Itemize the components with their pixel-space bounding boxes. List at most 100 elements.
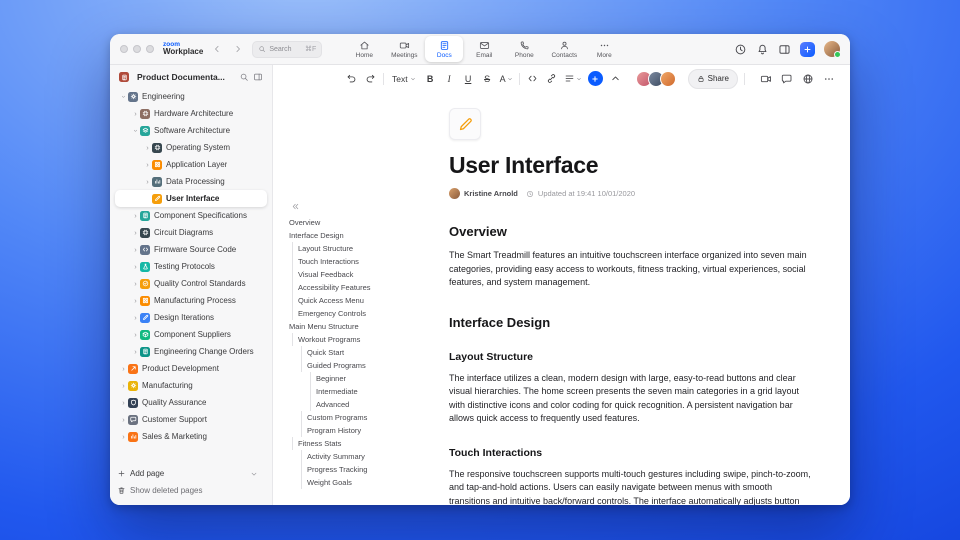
sidebar-collapse-button[interactable] bbox=[253, 72, 263, 82]
outline-item-advanced[interactable]: Advanced bbox=[289, 398, 439, 411]
new-item-button[interactable] bbox=[800, 41, 815, 57]
chevron-right-icon[interactable]: › bbox=[143, 144, 152, 152]
outline-item-program-history[interactable]: Program History bbox=[289, 424, 439, 437]
code-button[interactable] bbox=[526, 71, 539, 87]
underline-button[interactable]: U bbox=[462, 71, 475, 87]
sidebar-item-data-processing[interactable]: › Data Processing bbox=[115, 173, 267, 190]
add-page-button[interactable]: Add page bbox=[115, 465, 267, 482]
outline-item-quick-start[interactable]: Quick Start bbox=[289, 346, 439, 359]
collapse-toolbar-button[interactable] bbox=[609, 71, 622, 87]
maximize-window-button[interactable] bbox=[146, 45, 154, 53]
sidebar-item-component-specifications[interactable]: › Component Specifications bbox=[115, 207, 267, 224]
sidebar-item-manufacturing[interactable]: › Manufacturing bbox=[115, 377, 267, 394]
outline-item-activity-summary[interactable]: Activity Summary bbox=[289, 450, 439, 463]
chevron-right-icon[interactable]: › bbox=[131, 110, 140, 118]
sidebar-item-operating-system[interactable]: › Operating System bbox=[115, 139, 267, 156]
sidebar-item-testing-protocols[interactable]: › Testing Protocols bbox=[115, 258, 267, 275]
insert-button[interactable] bbox=[587, 71, 603, 86]
search-input[interactable]: Search ⌘F bbox=[252, 40, 323, 58]
user-avatar[interactable] bbox=[824, 41, 841, 58]
sidebar-item-user-interface[interactable]: User Interface bbox=[115, 190, 267, 207]
notifications-button[interactable] bbox=[756, 43, 769, 56]
more-options-icon[interactable] bbox=[823, 73, 835, 85]
sidebar-item-product-development[interactable]: › Product Development bbox=[115, 360, 267, 377]
bold-button[interactable]: B bbox=[424, 71, 437, 87]
sidebar-item-customer-support[interactable]: › Customer Support bbox=[115, 411, 267, 428]
outline-item-custom-programs[interactable]: Custom Programs bbox=[289, 411, 439, 424]
tab-email[interactable]: Email bbox=[465, 36, 503, 62]
italic-button[interactable]: I bbox=[443, 71, 456, 87]
tab-meetings[interactable]: Meetings bbox=[385, 36, 423, 62]
chevron-right-icon[interactable]: › bbox=[131, 297, 140, 305]
outline-item-emergency-controls[interactable]: Emergency Controls bbox=[289, 307, 439, 320]
outline-item-progress-tracking[interactable]: Progress Tracking bbox=[289, 463, 439, 476]
outline-item-main-menu-structure[interactable]: Main Menu Structure bbox=[289, 320, 439, 333]
sidebar-item-circuit-diagrams[interactable]: › Circuit Diagrams bbox=[115, 224, 267, 241]
chevron-right-icon[interactable]: › bbox=[143, 161, 152, 169]
sidebar-item-engineering-change-orders[interactable]: › Engineering Change Orders bbox=[115, 343, 267, 360]
outline-item-interface-design[interactable]: Interface Design bbox=[289, 229, 439, 242]
chevron-right-icon[interactable]: › bbox=[131, 212, 140, 220]
chevron-right-icon[interactable]: › bbox=[143, 178, 152, 186]
chevron-right-icon[interactable]: › bbox=[131, 246, 140, 254]
chevron-right-icon[interactable]: › bbox=[119, 416, 128, 424]
sidebar-item-design-iterations[interactable]: › Design Iterations bbox=[115, 309, 267, 326]
sidebar-item-sales-marketing[interactable]: › Sales & Marketing bbox=[115, 428, 267, 445]
chevron-right-icon[interactable]: › bbox=[119, 365, 128, 373]
chevron-down-icon[interactable]: › bbox=[131, 126, 140, 135]
chevron-right-icon[interactable]: › bbox=[131, 331, 140, 339]
link-button[interactable] bbox=[545, 71, 558, 87]
sidebar-search-button[interactable] bbox=[239, 72, 249, 82]
outline-item-guided-programs[interactable]: Guided Programs bbox=[289, 359, 439, 372]
text-style-dropdown[interactable]: Text bbox=[390, 71, 418, 87]
list-button[interactable] bbox=[564, 71, 582, 87]
chevron-right-icon[interactable]: › bbox=[119, 433, 128, 441]
chevron-right-icon[interactable]: › bbox=[131, 348, 140, 356]
tab-more[interactable]: More bbox=[585, 36, 623, 62]
outline-item-workout-programs[interactable]: Workout Programs bbox=[289, 333, 439, 346]
outline-item-layout-structure[interactable]: Layout Structure bbox=[289, 242, 439, 255]
tab-docs[interactable]: Docs bbox=[425, 36, 464, 62]
chevron-right-icon[interactable]: › bbox=[131, 280, 140, 288]
sidebar-item-software-architecture[interactable]: › Software Architecture bbox=[115, 122, 267, 139]
strikethrough-button[interactable]: S bbox=[481, 71, 494, 87]
undo-button[interactable] bbox=[345, 71, 358, 87]
collaborator-avatar[interactable] bbox=[659, 70, 676, 87]
share-button[interactable]: Share bbox=[687, 68, 738, 89]
back-button[interactable] bbox=[210, 42, 224, 56]
close-window-button[interactable] bbox=[120, 45, 128, 53]
panel-toggle-button[interactable] bbox=[778, 43, 791, 56]
sidebar-item-hardware-architecture[interactable]: › Hardware Architecture bbox=[115, 105, 267, 122]
globe-icon[interactable] bbox=[802, 73, 814, 85]
outline-item-fitness-stats[interactable]: Fitness Stats bbox=[289, 437, 439, 450]
outline-item-touch-interactions[interactable]: Touch Interactions bbox=[289, 255, 439, 268]
outline-item-weight-goals[interactable]: Weight Goals bbox=[289, 476, 439, 489]
outline-item-beginner[interactable]: Beginner bbox=[289, 372, 439, 385]
chevron-down-icon[interactable]: › bbox=[119, 92, 128, 101]
chevron-right-icon[interactable]: › bbox=[131, 263, 140, 271]
show-deleted-pages-button[interactable]: Show deleted pages bbox=[115, 482, 267, 499]
chevron-right-icon[interactable]: › bbox=[119, 399, 128, 407]
outline-item-visual-feedback[interactable]: Visual Feedback bbox=[289, 268, 439, 281]
text-color-button[interactable]: A bbox=[500, 71, 513, 87]
chevron-right-icon[interactable]: › bbox=[131, 314, 140, 322]
tab-phone[interactable]: Phone bbox=[505, 36, 543, 62]
tab-home[interactable]: Home bbox=[345, 36, 383, 62]
sidebar-item-firmware-source-code[interactable]: › Firmware Source Code bbox=[115, 241, 267, 258]
sidebar-item-engineering[interactable]: › Engineering bbox=[115, 88, 267, 105]
chevron-right-icon[interactable]: › bbox=[119, 382, 128, 390]
sidebar-item-quality-control-standards[interactable]: › Quality Control Standards bbox=[115, 275, 267, 292]
outline-item-quick-access-menu[interactable]: Quick Access Menu bbox=[289, 294, 439, 307]
sidebar-item-quality-assurance[interactable]: › Quality Assurance bbox=[115, 394, 267, 411]
sidebar-item-component-suppliers[interactable]: › Component Suppliers bbox=[115, 326, 267, 343]
outline-item-intermediate[interactable]: Intermediate bbox=[289, 385, 439, 398]
sidebar-item-manufacturing-process[interactable]: › Manufacturing Process bbox=[115, 292, 267, 309]
tab-contacts[interactable]: Contacts bbox=[545, 36, 583, 62]
outline-item-overview[interactable]: Overview bbox=[289, 216, 439, 229]
chat-icon[interactable] bbox=[781, 73, 793, 85]
forward-button[interactable] bbox=[231, 42, 245, 56]
history-button[interactable] bbox=[734, 43, 747, 56]
chevron-right-icon[interactable]: › bbox=[131, 229, 140, 237]
video-icon[interactable] bbox=[760, 73, 772, 85]
outline-collapse-button[interactable] bbox=[291, 202, 439, 211]
